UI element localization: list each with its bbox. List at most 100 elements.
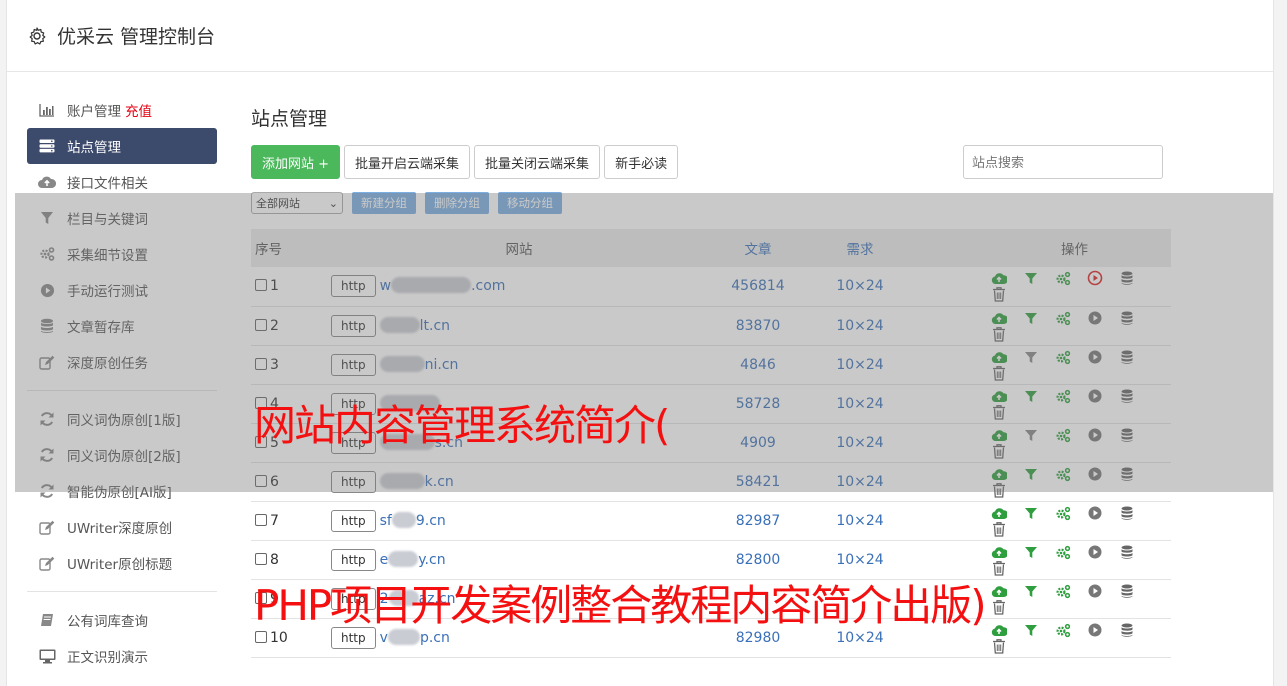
batch-close-cloud-button[interactable]: 批量关闭云端采集 — [474, 145, 601, 179]
cloud-upload-icon[interactable] — [991, 505, 1009, 521]
filter-icon[interactable] — [1023, 544, 1039, 560]
play-circle-icon[interactable] — [1087, 310, 1103, 326]
filter-icon[interactable] — [1023, 583, 1039, 599]
gears-icon[interactable] — [1055, 270, 1071, 286]
cloud-upload-icon[interactable] — [991, 622, 1009, 638]
http-badge[interactable]: http — [331, 314, 376, 337]
sidebar-item-a-3[interactable]: 栏目与关键词 — [27, 200, 217, 236]
database-icon[interactable] — [1119, 310, 1135, 326]
need-value[interactable]: 10×24 — [809, 345, 911, 384]
row-checkbox[interactable] — [255, 474, 267, 487]
database-icon[interactable] — [1119, 583, 1135, 599]
play-circle-icon[interactable] — [1087, 466, 1103, 482]
cloud-upload-icon[interactable] — [991, 270, 1009, 286]
database-icon[interactable] — [1119, 388, 1135, 404]
new-group-button[interactable]: 新建分组 — [352, 192, 416, 214]
site-link[interactable]: k.cn — [379, 472, 454, 490]
http-badge[interactable]: http — [331, 470, 376, 493]
database-icon[interactable] — [1119, 349, 1135, 365]
site-link[interactable]: sf 9.cn — [380, 511, 446, 529]
trash-icon[interactable] — [991, 560, 1007, 576]
move-group-button[interactable]: 移动分组 — [498, 192, 562, 214]
database-icon[interactable] — [1119, 427, 1135, 443]
trash-icon[interactable] — [991, 404, 1007, 420]
gears-icon[interactable] — [1055, 388, 1071, 404]
site-link[interactable]: ni.cn — [379, 355, 458, 373]
cloud-upload-icon[interactable] — [991, 427, 1009, 443]
trash-icon[interactable] — [991, 599, 1007, 615]
group-select[interactable]: 全部网站 ⌄ — [251, 192, 343, 214]
row-checkbox[interactable] — [255, 513, 267, 526]
articles-count[interactable]: 4846 — [707, 345, 809, 384]
http-badge[interactable]: http — [331, 548, 376, 571]
trash-icon[interactable] — [991, 482, 1007, 498]
gears-icon[interactable] — [1055, 544, 1071, 560]
articles-count[interactable]: 4909 — [707, 423, 809, 462]
need-value[interactable]: 10×24 — [809, 306, 911, 345]
articles-count[interactable]: 83870 — [707, 306, 809, 345]
cloud-upload-icon[interactable] — [991, 583, 1009, 599]
sidebar-item-a-0[interactable]: 账户管理 充值 — [27, 92, 217, 128]
recharge-link[interactable]: 充值 — [125, 100, 152, 120]
filter-icon[interactable] — [1023, 466, 1039, 482]
trash-icon[interactable] — [991, 443, 1007, 459]
filter-icon[interactable] — [1023, 349, 1039, 365]
play-circle-icon[interactable] — [1087, 622, 1103, 638]
gears-icon[interactable] — [1055, 622, 1071, 638]
filter-icon[interactable] — [1023, 310, 1039, 326]
articles-count[interactable]: 456814 — [707, 267, 809, 306]
sidebar-item-c-0[interactable]: 公有词库查询 — [27, 602, 217, 638]
sidebar-item-a-4[interactable]: 采集细节设置 — [27, 236, 217, 272]
database-icon[interactable] — [1119, 270, 1135, 286]
cloud-upload-icon[interactable] — [991, 466, 1009, 482]
database-icon[interactable] — [1119, 622, 1135, 638]
gears-icon[interactable] — [1055, 583, 1071, 599]
play-circle-icon[interactable] — [1087, 583, 1103, 599]
sidebar-item-b-3[interactable]: UWriter深度原创 — [27, 509, 217, 545]
trash-icon[interactable] — [991, 638, 1007, 654]
site-link[interactable]: lt.cn — [379, 316, 450, 334]
database-icon[interactable] — [1119, 544, 1135, 560]
play-circle-icon[interactable] — [1087, 505, 1103, 521]
delete-group-button[interactable]: 删除分组 — [425, 192, 489, 214]
row-checkbox[interactable] — [255, 318, 267, 331]
row-checkbox[interactable] — [255, 357, 267, 370]
sidebar-item-a-2[interactable]: 接口文件相关 — [27, 164, 217, 200]
http-badge[interactable]: http — [331, 275, 376, 298]
gear-icon[interactable] — [27, 26, 47, 46]
need-value[interactable]: 10×24 — [809, 267, 911, 306]
trash-icon[interactable] — [991, 365, 1007, 381]
cloud-upload-icon[interactable] — [991, 310, 1009, 326]
sidebar-item-a-6[interactable]: 文章暂存库 — [27, 308, 217, 344]
filter-icon[interactable] — [1023, 427, 1039, 443]
articles-count[interactable]: 58728 — [707, 384, 809, 423]
database-icon[interactable] — [1119, 505, 1135, 521]
filter-icon[interactable] — [1023, 388, 1039, 404]
gears-icon[interactable] — [1055, 427, 1071, 443]
sidebar-item-b-2[interactable]: 智能伪原创[AI版] — [27, 473, 217, 509]
trash-icon[interactable] — [991, 521, 1007, 537]
play-circle-icon[interactable] — [1087, 544, 1103, 560]
trash-icon[interactable] — [991, 286, 1007, 302]
sidebar-item-b-0[interactable]: 同义词伪原创[1版] — [27, 401, 217, 437]
play-circle-icon[interactable] — [1087, 349, 1103, 365]
cloud-upload-icon[interactable] — [991, 544, 1009, 560]
play-circle-icon[interactable] — [1087, 270, 1103, 286]
gears-icon[interactable] — [1055, 505, 1071, 521]
database-icon[interactable] — [1119, 466, 1135, 482]
http-badge[interactable]: http — [331, 509, 376, 532]
need-value[interactable]: 10×24 — [809, 423, 911, 462]
sidebar-item-b-4[interactable]: UWriter原创标题 — [27, 545, 217, 581]
sidebar-item-a-7[interactable]: 深度原创任务 — [27, 344, 217, 380]
filter-icon[interactable] — [1023, 270, 1039, 286]
need-value[interactable]: 10×24 — [809, 384, 911, 423]
row-checkbox[interactable] — [255, 552, 267, 565]
batch-open-cloud-button[interactable]: 批量开启云端采集 — [344, 145, 471, 179]
need-value[interactable]: 10×24 — [809, 501, 911, 540]
add-site-button[interactable]: 添加网站 + — [251, 145, 341, 179]
articles-count[interactable]: 58421 — [707, 462, 809, 501]
sidebar-item-c-1[interactable]: 正文识别演示 — [27, 638, 217, 674]
gears-icon[interactable] — [1055, 310, 1071, 326]
need-value[interactable]: 10×24 — [809, 462, 911, 501]
site-link[interactable]: w .com — [380, 277, 505, 294]
